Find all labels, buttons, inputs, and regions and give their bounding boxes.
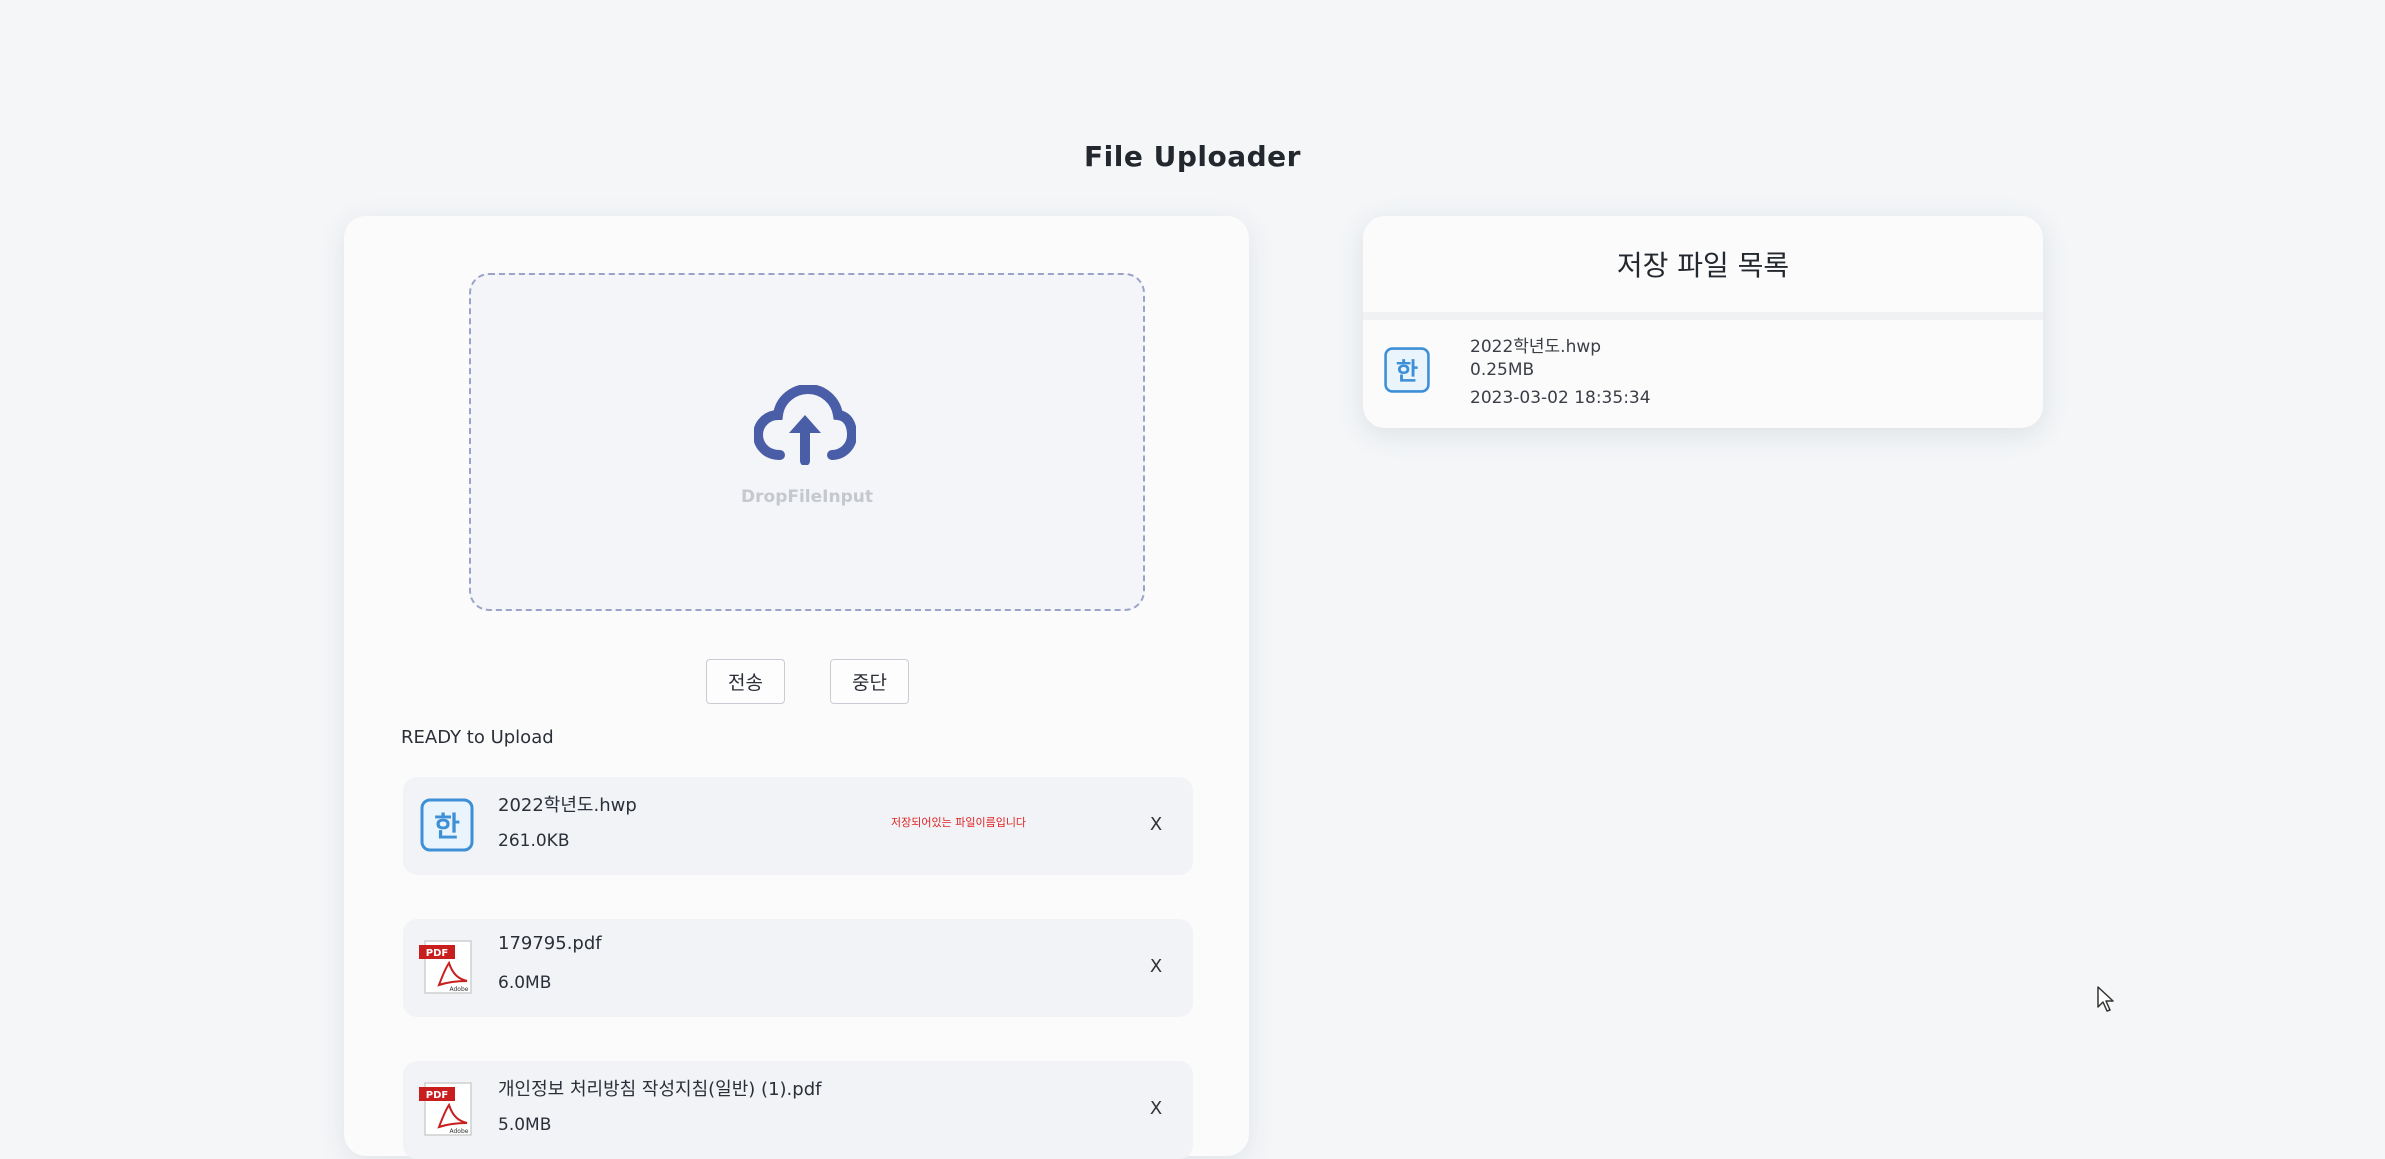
- hwp-file-icon: 한: [1384, 347, 1430, 393]
- stored-file-item[interactable]: 한 2022학년도.hwp 0.25MB 2023-03-02 18:35:34: [1363, 320, 2043, 428]
- file-size: 261.0KB: [498, 831, 570, 851]
- stop-button[interactable]: 중단: [830, 659, 909, 704]
- pdf-icon-label: PDF: [426, 1090, 448, 1101]
- adobe-label: Adobe: [450, 986, 469, 993]
- hwp-file-icon: 한: [420, 798, 474, 852]
- page-title: File Uploader: [1084, 140, 1301, 173]
- file-size: 6.0MB: [498, 973, 552, 993]
- stored-file-size: 0.25MB: [1470, 360, 1535, 380]
- upload-list-item: PDF Adobe 개인정보 처리방침 작성지침(일반) (1).pdf 5.0…: [403, 1061, 1193, 1159]
- stored-files-title: 저장 파일 목록: [1363, 216, 2043, 320]
- remove-file-button[interactable]: X: [1141, 1093, 1171, 1123]
- upload-list-item: 한 2022학년도.hwp 261.0KB 저장되어있는 파일이름입니다 X: [403, 777, 1193, 875]
- stored-files-panel: 저장 파일 목록 한 2022학년도.hwp 0.25MB 2023-03-02…: [1363, 216, 2043, 428]
- pdf-file-icon: PDF Adobe: [419, 940, 472, 994]
- upload-list-item: PDF Adobe 179795.pdf 6.0MB X: [403, 919, 1193, 1017]
- hwp-icon-glyph: 한: [1396, 357, 1418, 385]
- file-size: 5.0MB: [498, 1115, 552, 1135]
- file-name: 개인정보 처리방침 작성지침(일반) (1).pdf: [498, 1079, 822, 1100]
- cloud-upload-icon: [754, 385, 856, 465]
- drop-file-input[interactable]: DropFileInput: [469, 273, 1145, 611]
- send-button[interactable]: 전송: [706, 659, 785, 704]
- upload-list-title: READY to Upload: [401, 727, 554, 748]
- remove-file-button[interactable]: X: [1141, 809, 1171, 839]
- pdf-icon-label: PDF: [426, 948, 448, 959]
- upload-panel: DropFileInput 전송 중단 READY to Upload 한 20…: [344, 216, 1249, 1159]
- adobe-label: Adobe: [450, 1128, 469, 1135]
- stored-file-date: 2023-03-02 18:35:34: [1470, 388, 1651, 408]
- file-name: 2022학년도.hwp: [498, 795, 637, 816]
- remove-file-button[interactable]: X: [1141, 951, 1171, 981]
- file-name: 179795.pdf: [498, 933, 602, 954]
- duplicate-warning: 저장되어있는 파일이름입니다: [891, 816, 1027, 829]
- pdf-file-icon: PDF Adobe: [419, 1082, 472, 1136]
- hwp-icon-glyph: 한: [434, 810, 460, 843]
- stored-file-name: 2022학년도.hwp: [1470, 337, 1602, 357]
- dropzone-label: DropFileInput: [741, 487, 873, 507]
- mouse-cursor-icon: [2097, 986, 2114, 1012]
